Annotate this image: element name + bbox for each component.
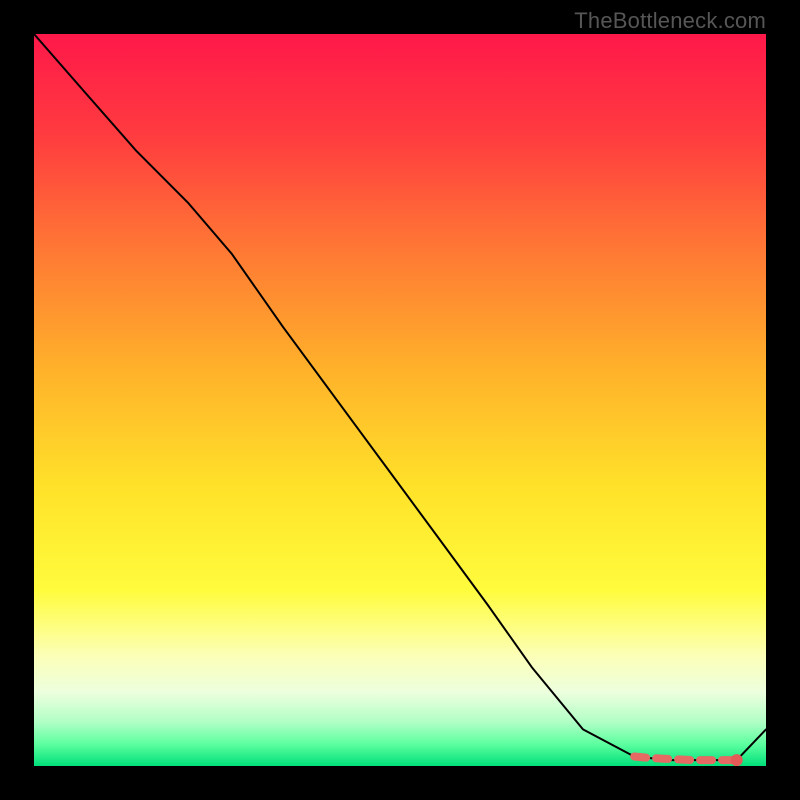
highlight-end-dot (731, 754, 743, 766)
highlight-dash (634, 757, 737, 761)
attribution-label: TheBottleneck.com (574, 8, 766, 34)
chart-frame: TheBottleneck.com (0, 0, 800, 800)
chart-gradient-background (34, 34, 766, 766)
chart-plot-area (34, 34, 766, 766)
chart-svg (34, 34, 766, 766)
